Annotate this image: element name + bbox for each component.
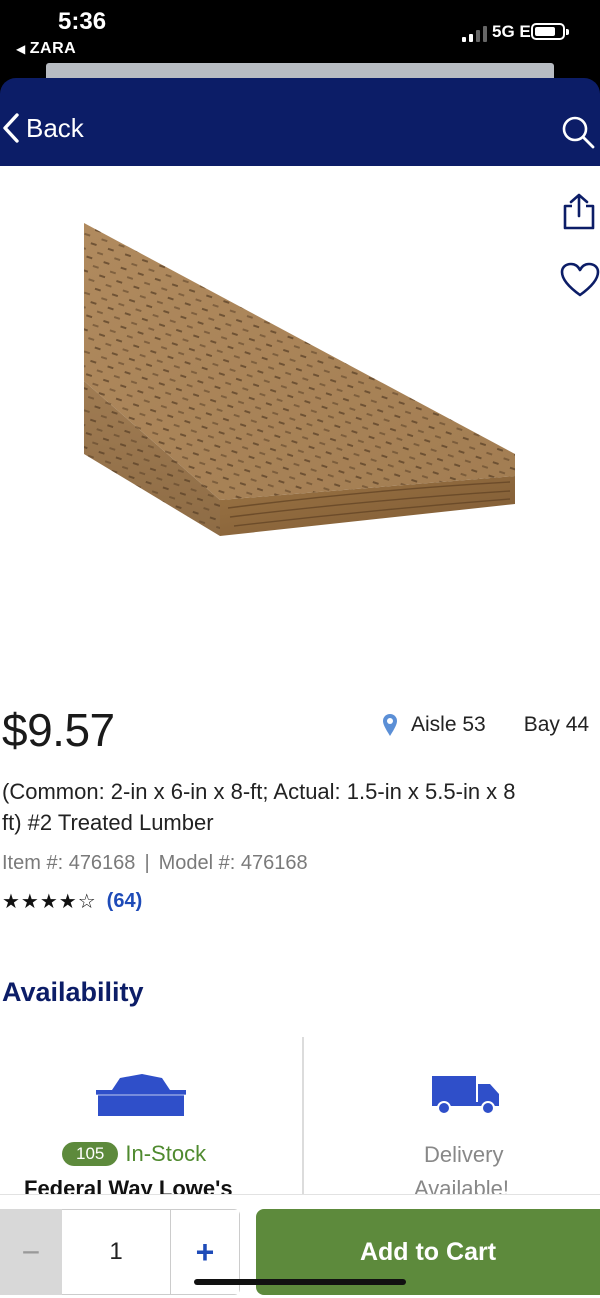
chevron-left-icon (3, 113, 19, 143)
delivery-truck-icon (432, 1076, 499, 1115)
battery-icon (531, 23, 569, 40)
home-indicator[interactable] (194, 1279, 406, 1285)
back-button[interactable]: Back (0, 112, 84, 144)
availability-heading: Availability (2, 977, 144, 1007)
stock-count-badge: 105 (62, 1142, 119, 1166)
availability-divider (302, 1037, 304, 1208)
product-identifiers: Item #: 476168 | Model #: 476168 (2, 852, 308, 875)
quantity-input[interactable]: 1 (62, 1209, 170, 1295)
product-image[interactable] (78, 218, 528, 548)
search-icon[interactable] (560, 114, 596, 150)
signal-icon (462, 24, 487, 42)
network-type: 5G E (492, 22, 531, 41)
back-to-app-link[interactable]: ◀ ZARA (16, 40, 76, 58)
back-arrow-icon: ◀ (16, 42, 26, 56)
model-number: Model #: 476168 (158, 852, 308, 874)
product-detail-content: $9.57 Aisle 53 Bay 44 (Common: 2-in x 6-… (0, 166, 600, 1208)
status-time: 5:36 (58, 8, 107, 35)
aisle-label: Aisle 53 (411, 713, 486, 736)
location-pin-icon (383, 714, 397, 736)
item-number: Item #: 476168 (2, 852, 136, 874)
identifier-separator: | (144, 852, 150, 874)
product-title-line1: (Common: 2-in x 6-in x 8-ft; Actual: 1.5… (2, 779, 516, 804)
status-bar: 5:36 ◀ ZARA 5G E (0, 0, 600, 83)
product-rating[interactable]: ★★★★☆ (64) (2, 889, 142, 914)
favorite-heart-icon[interactable] (560, 262, 600, 298)
back-app-label: ZARA (29, 40, 77, 57)
back-button-label: Back (26, 112, 84, 143)
decrease-quantity-button[interactable]: − (0, 1209, 62, 1295)
in-stock-label: In-Stock (125, 1141, 207, 1166)
share-icon[interactable] (560, 192, 598, 232)
review-count-link[interactable]: (64) (107, 890, 143, 913)
product-price: $9.57 (2, 704, 115, 756)
pickup-stock-status: 105 In-Stock (62, 1141, 206, 1167)
delivery-label: Delivery (424, 1142, 504, 1167)
product-title-line2: ft) #2 Treated Lumber (2, 810, 214, 835)
product-title: (Common: 2-in x 6-in x 8-ft; Actual: 1.5… (2, 776, 600, 838)
store-pickup-icon (96, 1074, 186, 1116)
rating-stars: ★★★★☆ (2, 891, 97, 913)
store-location[interactable]: Aisle 53 Bay 44 (382, 713, 589, 737)
bay-label: Bay 44 (523, 713, 590, 736)
top-nav-bar: Back (0, 78, 600, 166)
